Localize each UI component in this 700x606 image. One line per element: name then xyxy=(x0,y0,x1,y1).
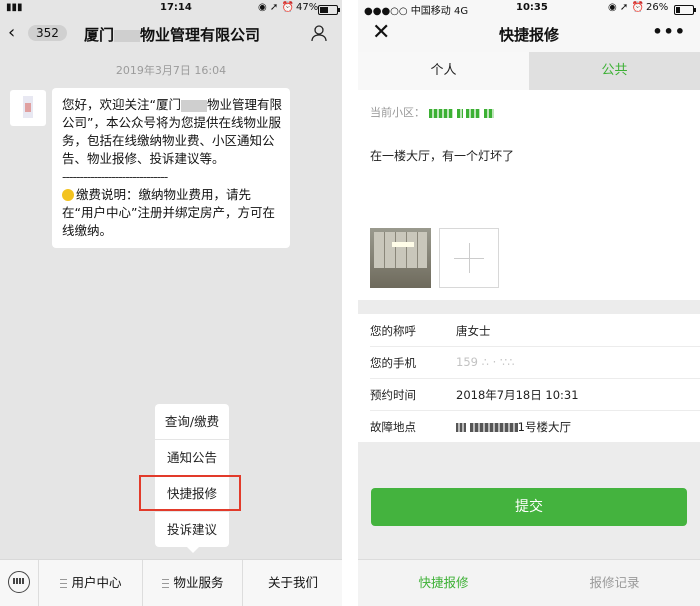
phone-field[interactable]: 159 ∴ · ∵∴ xyxy=(456,355,515,369)
menu-property-service[interactable]: 物业服务 xyxy=(142,560,243,606)
unread-count-badge[interactable]: 352 xyxy=(28,25,67,41)
carrier-signal: ●●●○○ 中国移动 4G xyxy=(364,6,469,17)
more-options-icon[interactable]: ••• xyxy=(652,22,686,41)
page-title: 快捷报修 xyxy=(498,26,559,44)
menu-user-center[interactable]: 用户中心 xyxy=(38,560,143,606)
title-prefix: 厦门 xyxy=(84,26,115,44)
redacted-mask xyxy=(114,29,141,42)
issue-description-input[interactable]: 在一楼大厅，有一个灯坏了 xyxy=(370,147,514,164)
location-field[interactable]: 1号楼大厅 xyxy=(456,419,571,435)
menu-list-icon xyxy=(60,579,68,588)
submenu-complaint[interactable]: 投诉建议 xyxy=(155,512,229,547)
keyboard-icon[interactable] xyxy=(8,571,30,593)
status-bar: ▮▮▮ 17:14 ◉ ➚ ⏰ 47% xyxy=(0,0,342,16)
status-icons: ◉ ➚ ⏰ xyxy=(608,2,644,13)
redacted-address xyxy=(469,423,518,432)
welcome-text: 您好，欢迎关注“厦门 物业管理有限公司”，本公众号将为您提供在线物业服务，包括在线… xyxy=(62,97,282,166)
chat-header: ‹ 352 厦门 物业管理有限公司 xyxy=(0,16,342,52)
signal-icon: ▮▮▮ xyxy=(6,2,23,13)
chat-title: 厦门 物业管理有限公司 xyxy=(84,24,260,45)
bottom-tab-bar: 快捷报修 报修记录 xyxy=(358,559,700,606)
status-time: 17:14 xyxy=(160,2,192,13)
tab-public[interactable]: 公共 xyxy=(529,52,700,90)
user-profile-icon[interactable] xyxy=(310,24,328,42)
battery-percent: 26% xyxy=(646,2,669,13)
appointment-time-row[interactable]: 预约时间 2018年7月18日 10:31 xyxy=(370,378,700,411)
page-header: ✕ 快捷报修 ••• xyxy=(358,16,700,52)
smile-emoji-icon xyxy=(62,189,74,201)
menu-list-icon xyxy=(162,579,170,588)
submenu-query-pay[interactable]: 查询/缴费 xyxy=(155,404,229,440)
redacted-community-name xyxy=(429,106,494,119)
appointment-time-field[interactable]: 2018年7月18日 10:31 xyxy=(456,387,579,403)
battery-percent: 47% xyxy=(296,2,319,13)
status-time: 10:35 xyxy=(516,2,548,13)
submenu-notice[interactable]: 通知公告 xyxy=(155,440,229,476)
quick-repair-screen: ●●●○○ 中国移动 4G 10:35 ◉ ➚ ⏰ 26% ✕ 快捷报修 •••… xyxy=(358,0,700,606)
status-icons: ◉ ➚ ⏰ xyxy=(258,2,294,13)
separator-line: ------------------------------ xyxy=(62,169,168,184)
welcome-message-bubble: 您好，欢迎关注“厦门 物业管理有限公司”，本公众号将为您提供在线物业服务，包括在线… xyxy=(52,88,290,248)
name-row[interactable]: 您的称呼 唐女士 xyxy=(370,314,700,347)
repair-type-tabs: 个人 公共 xyxy=(358,52,700,90)
redacted-address xyxy=(456,423,466,432)
wechat-chat-screen: ▮▮▮ 17:14 ◉ ➚ ⏰ 47% ‹ 352 厦门 物业管理有限公司 201… xyxy=(0,0,342,606)
name-field[interactable]: 唐女士 xyxy=(456,323,491,339)
tab-repair-records[interactable]: 报修记录 xyxy=(529,560,700,606)
repair-detail-card: 当前小区： 在一楼大厅，有一个灯坏了 xyxy=(358,90,700,300)
tab-quick-repair[interactable]: 快捷报修 xyxy=(358,560,529,606)
menu-about-us[interactable]: 关于我们 xyxy=(242,560,342,606)
location-row[interactable]: 故障地点 1号楼大厅 xyxy=(370,410,700,442)
uploaded-photo-thumbnail[interactable] xyxy=(370,228,431,288)
phone-row[interactable]: 您的手机 159 ∴ · ∵∴ xyxy=(370,346,700,379)
add-photo-button[interactable] xyxy=(439,228,499,288)
submit-button[interactable]: 提交 xyxy=(371,488,687,526)
tab-personal[interactable]: 个人 xyxy=(358,52,529,90)
redacted-mask xyxy=(180,99,207,112)
current-community: 当前小区： xyxy=(370,104,494,120)
highlight-box xyxy=(139,475,241,511)
official-account-avatar[interactable] xyxy=(10,90,46,126)
message-date: 2019年3月7日 16:04 xyxy=(115,64,227,77)
title-suffix: 物业管理有限公司 xyxy=(140,26,261,44)
back-icon[interactable]: ‹ xyxy=(8,24,15,42)
bottom-menu-bar: 用户中心 物业服务 关于我们 xyxy=(0,559,342,606)
fee-note: 缴费说明：缴纳物业费用，请先在“用户中心”注册并绑定房产，方可在线缴纳。 xyxy=(62,187,275,238)
contact-form: 您的称呼 唐女士 您的手机 159 ∴ · ∵∴ 预约时间 2018年7月18日 10… xyxy=(358,314,700,442)
status-bar: ●●●○○ 中国移动 4G 10:35 ◉ ➚ ⏰ 26% xyxy=(358,0,700,17)
